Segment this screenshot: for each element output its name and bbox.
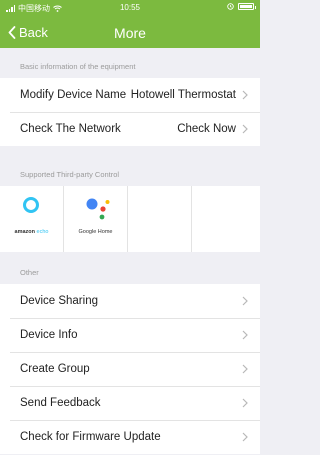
row-label: Device Sharing: [20, 295, 98, 307]
page-title: More: [114, 25, 146, 41]
firmware-update-row[interactable]: Check for Firmware Update: [0, 420, 260, 454]
chevron-right-icon: [242, 432, 248, 442]
row-label: Check for Firmware Update: [20, 431, 161, 443]
chevron-right-icon: [242, 330, 248, 340]
status-right: [227, 3, 256, 10]
empty-tile: [192, 186, 260, 252]
row-label: Send Feedback: [20, 397, 101, 409]
device-info-row[interactable]: Device Info: [0, 318, 260, 352]
row-label: Modify Device Name: [20, 89, 127, 101]
check-network-row[interactable]: Check The Network Check Now: [0, 112, 260, 146]
row-label: Create Group: [20, 363, 90, 375]
other-group: Device Sharing Device Info Create Group …: [0, 284, 260, 454]
send-feedback-row[interactable]: Send Feedback: [0, 386, 260, 420]
status-bar: 中国移动 10:55: [0, 0, 260, 16]
navigation-bar: Back More: [0, 16, 260, 48]
row-label: Device Info: [20, 329, 78, 341]
create-group-row[interactable]: Create Group: [0, 352, 260, 386]
chevron-right-icon: [242, 364, 248, 374]
google-home-tile[interactable]: Google Home: [64, 186, 128, 252]
amazon-echo-icon: [23, 197, 39, 213]
empty-tile: [128, 186, 192, 252]
device-name-value: Hotowell Thermostat: [130, 89, 236, 101]
chevron-right-icon: [242, 398, 248, 408]
device-sharing-row[interactable]: Device Sharing: [0, 284, 260, 318]
google-home-label: Google Home: [78, 229, 113, 235]
chevron-right-icon: [242, 296, 248, 306]
battery-icon: [238, 3, 256, 10]
section-header-other: Other: [0, 252, 260, 284]
chevron-right-icon: [242, 124, 248, 134]
alarm-icon: [227, 3, 234, 10]
equipment-group: Modify Device Name Hotowell Thermostat C…: [0, 78, 260, 146]
section-header-third-party: Supported Third-party Control: [0, 154, 260, 186]
check-now-value: Check Now: [177, 123, 236, 135]
amazon-echo-tile[interactable]: amazon echo: [0, 186, 64, 252]
chevron-right-icon: [242, 90, 248, 100]
modify-device-name-row[interactable]: Modify Device Name Hotowell Thermostat: [0, 78, 260, 112]
row-label: Check The Network: [20, 123, 121, 135]
section-header-label: Supported Third-party Control: [20, 170, 120, 179]
status-time: 10:55: [119, 3, 141, 12]
section-header-label: Other: [20, 268, 39, 277]
google-home-icon: [86, 198, 110, 220]
section-header-equipment: Basic information of the equipment: [0, 48, 260, 78]
third-party-tiles: amazon echo Google Home: [0, 186, 260, 252]
section-header-label: Basic information of the equipment: [20, 62, 136, 71]
amazon-echo-label: amazon echo: [14, 229, 49, 235]
